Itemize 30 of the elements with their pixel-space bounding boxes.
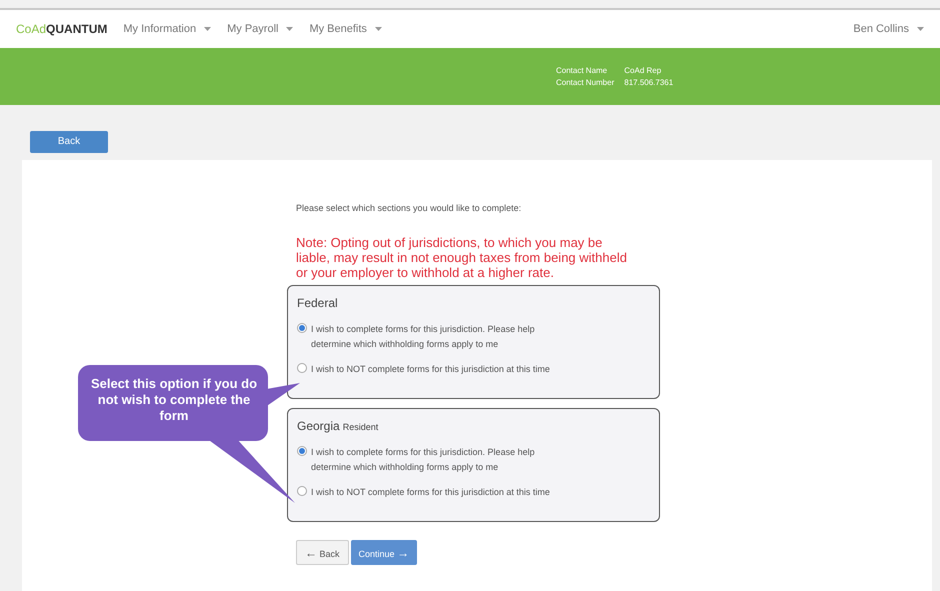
radio-button[interactable]	[297, 446, 307, 456]
panel-title: Federal	[297, 295, 338, 312]
option-label: I wish to NOT complete forms for this jurisdiction at this time	[311, 486, 551, 499]
contact-value: CoAd Rep	[624, 64, 662, 76]
radio-button[interactable]	[297, 363, 307, 373]
back-button[interactable]: Back	[30, 130, 108, 152]
radio-button[interactable]	[297, 486, 307, 496]
option-label: I wish to complete forms for this jurisdiction. Please help determine which withholding forms apply to me	[311, 323, 536, 351]
continue-button[interactable]: Continue →	[350, 540, 418, 565]
logo[interactable]: CoAdQUANTUM	[16, 20, 108, 38]
nav-menu[interactable]: My Benefits	[309, 20, 382, 38]
contact-value: 817.506.7361	[624, 76, 674, 88]
caret-icon	[204, 27, 212, 31]
caret-icon	[917, 27, 924, 31]
radio-button[interactable]	[297, 323, 307, 333]
intro-text: Please select which sections you would like to complete:	[295, 202, 522, 215]
panel-title: Georgia	[297, 418, 340, 435]
caret-icon	[286, 27, 294, 31]
back-button[interactable]: ← Back	[296, 540, 349, 565]
callout-text: Select this option if you do not wish to complete the form	[90, 376, 258, 424]
nav-menu[interactable]: My Information	[123, 20, 212, 38]
contact-label: Contact Number	[556, 76, 614, 88]
option-label: I wish to NOT complete forms for this jurisdiction at this time	[311, 363, 551, 376]
user-menu[interactable]: Ben Collins	[853, 20, 924, 38]
contact-label: Contact Name	[556, 64, 608, 76]
option-label: I wish to complete forms for this jurisdiction. Please help determine which withholding forms apply to me	[311, 446, 536, 474]
warning-note: Note: Opting out of jurisdictions, to which you may be liable, may result in not enough taxes from being withheld or your employer to withhold at a higher rate.	[295, 235, 628, 280]
caret-icon	[374, 27, 382, 31]
panel-subtitle: Resident	[342, 421, 378, 434]
nav-menu[interactable]: My Payroll	[227, 20, 294, 38]
